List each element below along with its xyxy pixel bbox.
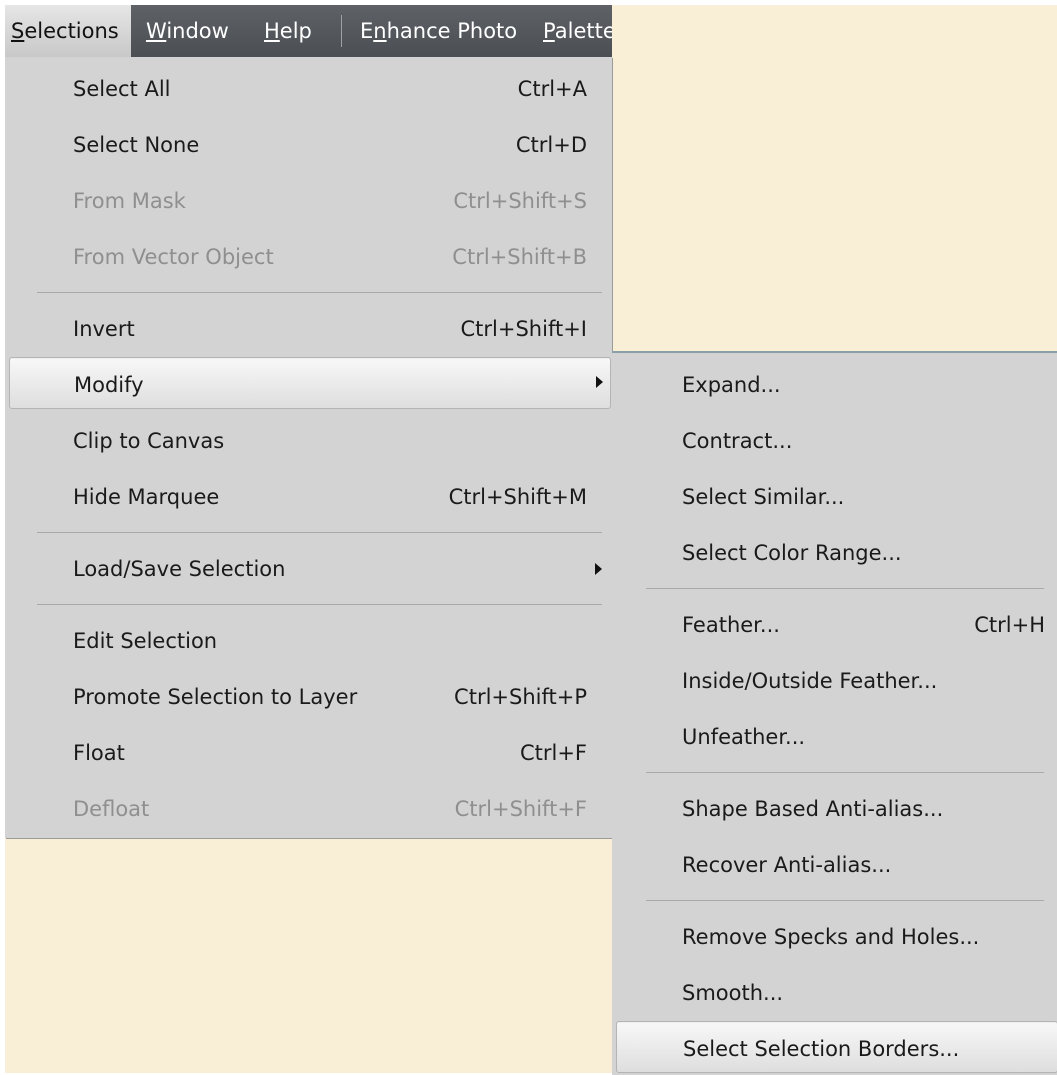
- menu-item-shortcut: Ctrl+H: [974, 613, 1045, 637]
- menu-item-shortcut: Ctrl+F: [519, 741, 587, 765]
- menu-item-label: From Mask: [73, 189, 186, 213]
- menu-help[interactable]: Help: [256, 5, 320, 57]
- menu-item-smooth[interactable]: Smooth...: [612, 967, 1057, 1019]
- menu-selections[interactable]: Selections: [5, 5, 131, 57]
- menu-separator: [646, 900, 1044, 901]
- menu-window[interactable]: Window: [138, 5, 237, 57]
- menu-item-select-color-range[interactable]: Select Color Range...: [612, 527, 1057, 579]
- menu-item-label: Modify: [74, 373, 144, 397]
- workspace-area: [612, 5, 1057, 351]
- menu-separator: [37, 604, 602, 605]
- menu-item-invert[interactable]: Invert Ctrl+Shift+I: [5, 303, 612, 355]
- menu-item-label: Recover Anti-alias...: [682, 853, 892, 877]
- menu-separator: [37, 532, 602, 533]
- menu-item-shortcut: Ctrl+Shift+M: [448, 485, 587, 509]
- menu-item-label: Hide Marquee: [73, 485, 220, 509]
- menu-item-remove-specks-and-holes[interactable]: Remove Specks and Holes...: [612, 911, 1057, 963]
- menu-item-label: Select Color Range...: [682, 541, 902, 565]
- menu-item-label: Expand...: [682, 373, 781, 397]
- menu-item-expand[interactable]: Expand...: [612, 359, 1057, 411]
- menu-item-shortcut: Ctrl+Shift+S: [453, 189, 587, 213]
- menu-separator: [646, 588, 1044, 589]
- menu-separator: [37, 292, 602, 293]
- menu-item-shortcut: Ctrl+D: [515, 133, 587, 157]
- menu-item-label: Unfeather...: [682, 725, 806, 749]
- menu-item-load-save-selection[interactable]: Load/Save Selection: [5, 543, 612, 595]
- menu-bar-separator: [341, 15, 342, 47]
- menu-item-defloat: Defloat Ctrl+Shift+F: [5, 783, 612, 835]
- menu-item-label: From Vector Object: [73, 245, 274, 269]
- menu-item-select-selection-borders[interactable]: Select Selection Borders...: [616, 1021, 1057, 1073]
- menu-item-label: Load/Save Selection: [73, 557, 286, 581]
- menu-item-promote-selection-to-layer[interactable]: Promote Selection to Layer Ctrl+Shift+P: [5, 671, 612, 723]
- menu-item-from-vector-object: From Vector Object Ctrl+Shift+B: [5, 231, 612, 283]
- workspace-area: [5, 838, 612, 1073]
- menu-item-shortcut: Ctrl+Shift+F: [454, 797, 587, 821]
- menu-item-shortcut: Ctrl+Shift+I: [460, 317, 587, 341]
- menu-item-label: Select Selection Borders...: [683, 1037, 960, 1061]
- menu-item-label: Feather...: [682, 613, 780, 637]
- menu-item-select-all[interactable]: Select All Ctrl+A: [5, 63, 612, 115]
- menu-item-label: Float: [73, 741, 125, 765]
- menu-item-shortcut: Ctrl+Shift+B: [452, 245, 587, 269]
- menu-item-unfeather[interactable]: Unfeather...: [612, 711, 1057, 763]
- menu-item-label: Edit Selection: [73, 629, 218, 653]
- menu-item-label: Select All: [73, 77, 171, 101]
- menu-item-label: Smooth...: [682, 981, 784, 1005]
- menu-item-from-mask: From Mask Ctrl+Shift+S: [5, 175, 612, 227]
- menu-item-hide-marquee[interactable]: Hide Marquee Ctrl+Shift+M: [5, 471, 612, 523]
- menu-item-recover-anti-alias[interactable]: Recover Anti-alias...: [612, 839, 1057, 891]
- menu-item-label: Clip to Canvas: [73, 429, 225, 453]
- menu-enhance-photo[interactable]: Enhance Photo: [352, 5, 525, 57]
- menu-item-select-none[interactable]: Select None Ctrl+D: [5, 119, 612, 171]
- menu-item-edit-selection[interactable]: Edit Selection: [5, 615, 612, 667]
- submenu-arrow-icon: [595, 563, 602, 575]
- menu-item-inside-outside-feather[interactable]: Inside/Outside Feather...: [612, 655, 1057, 707]
- menu-item-select-similar[interactable]: Select Similar...: [612, 471, 1057, 523]
- menu-item-feather[interactable]: Feather... Ctrl+H: [612, 599, 1057, 651]
- menu-item-label: Shape Based Anti-alias...: [682, 797, 944, 821]
- menu-palettes[interactable]: Palettes: [535, 5, 612, 57]
- menu-item-label: Select Similar...: [682, 485, 845, 509]
- menu-item-shape-based-anti-alias[interactable]: Shape Based Anti-alias...: [612, 783, 1057, 835]
- menu-item-clip-to-canvas[interactable]: Clip to Canvas: [5, 415, 612, 467]
- menu-item-contract[interactable]: Contract...: [612, 415, 1057, 467]
- menu-item-label: Contract...: [682, 429, 793, 453]
- menu-item-shortcut: Ctrl+Shift+P: [454, 685, 587, 709]
- menu-bar: Selections Window Help Enhance Photo Pal…: [5, 5, 612, 57]
- menu-item-label: Inside/Outside Feather...: [682, 669, 938, 693]
- menu-item-label: Select None: [73, 133, 200, 157]
- menu-item-label: Promote Selection to Layer: [73, 685, 358, 709]
- menu-item-shortcut: Ctrl+A: [517, 77, 587, 101]
- modify-submenu: Expand... Contract... Select Similar... Sel…: [612, 351, 1057, 1075]
- menu-item-label: Remove Specks and Holes...: [682, 925, 980, 949]
- submenu-arrow-icon: [596, 376, 603, 388]
- menu-item-float[interactable]: Float Ctrl+F: [5, 727, 612, 779]
- menu-item-label: Invert: [73, 317, 135, 341]
- menu-separator: [646, 772, 1044, 773]
- menu-item-modify[interactable]: Modify: [9, 357, 611, 409]
- selections-menu: Select All Ctrl+A Select None Ctrl+D From Ma…: [5, 57, 612, 838]
- screen: Selections Window Help Enhance Photo Pal…: [0, 0, 1057, 1075]
- menu-item-label: Defloat: [73, 797, 150, 821]
